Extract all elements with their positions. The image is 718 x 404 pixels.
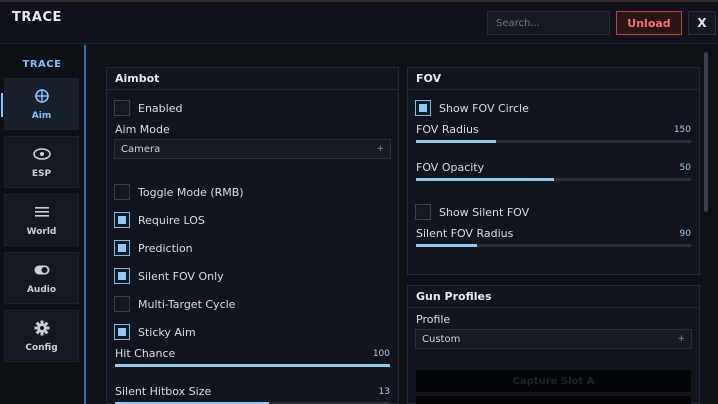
chevron-down-icon: + [376,144,384,154]
search-input[interactable] [487,11,610,35]
checkbox-box[interactable] [114,184,130,200]
sidebar: TRACE Aim ESP World Audio Config [0,45,86,404]
app-title: TRACE [12,10,62,25]
gear-icon [33,319,51,337]
checkbox-box[interactable] [114,100,130,116]
active-indicator [1,93,3,117]
toggle-mode-checkbox[interactable]: Toggle Mode (RMB) [114,184,244,200]
sidebar-item-config[interactable]: Config [4,310,79,362]
prediction-checkbox[interactable]: Prediction [114,240,193,256]
slider-track[interactable] [416,244,691,247]
slider-label: FOV Radius [416,123,479,136]
slider-value: 100 [372,349,390,359]
checkbox-box[interactable] [114,296,130,312]
show-fov-circle-checkbox[interactable]: Show FOV Circle [415,100,529,116]
hit-chance-slider[interactable]: Hit Chance 100 [115,347,390,369]
silent-hitbox-size-slider[interactable]: Silent Hitbox Size 13 [115,385,390,404]
slider-label: Silent FOV Radius [416,227,514,240]
slider-label: Hit Chance [115,347,176,360]
sticky-aim-checkbox[interactable]: Sticky Aim [114,324,196,340]
silent-fov-only-checkbox[interactable]: Silent FOV Only [114,268,224,284]
checkbox-box[interactable] [114,268,130,284]
slider-value: 150 [673,125,691,135]
close-button[interactable]: X [688,11,716,35]
menu-lines-icon [33,203,51,221]
capture-slot-a-button[interactable]: Capture Slot A [416,370,691,392]
checkbox-label: Show Silent FOV [439,205,530,219]
profile-select[interactable]: Custom + [415,329,692,349]
checkbox-label: Enabled [138,101,183,115]
aim-mode-label: Aim Mode [115,123,170,136]
checkbox-label: Prediction [138,241,193,255]
checkbox-box[interactable] [415,100,431,116]
gun-profiles-panel-title: Gun Profiles [408,286,699,308]
slider-fill [115,364,390,367]
fov-radius-slider[interactable]: FOV Radius 150 [416,123,691,145]
sidebar-item-aim[interactable]: Aim [1,78,79,130]
chevron-down-icon: + [677,334,685,344]
sidebar-item-label: Config [25,343,58,353]
fov-panel-title: FOV [408,68,699,90]
sidebar-item-label: Aim [31,111,52,121]
slider-value: 50 [679,163,691,173]
profile-value: Custom [422,333,461,345]
sidebar-item-esp[interactable]: ESP [4,136,79,188]
sidebar-item-label: ESP [31,169,52,179]
crosshair-icon [33,87,51,105]
checkbox-box[interactable] [114,212,130,228]
slider-label: FOV Opacity [416,161,485,174]
checkbox-box[interactable] [114,240,130,256]
aim-mode-select[interactable]: Camera + [114,139,391,159]
enabled-checkbox[interactable]: Enabled [114,100,182,116]
checkbox-label: Require LOS [138,213,205,227]
checkbox-label: Show FOV Circle [439,101,529,115]
slider-fill [416,140,496,143]
slider-value: 13 [378,387,390,397]
silent-fov-radius-slider[interactable]: Silent FOV Radius 90 [416,227,691,249]
show-silent-fov-checkbox[interactable]: Show Silent FOV [415,204,529,220]
aimbot-panel-title: Aimbot [107,68,398,90]
require-los-checkbox[interactable]: Require LOS [114,212,205,228]
sidebar-item-label: Audio [26,285,57,295]
top-bar: TRACE Unload X [0,0,718,44]
capture-slot-button[interactable] [416,396,691,404]
eye-icon [32,145,51,163]
sidebar-title: TRACE [22,59,62,70]
slider-value: 90 [679,229,691,239]
sidebar-item-label: World [26,227,57,237]
aim-mode-value: Camera [121,143,161,155]
slider-track[interactable] [115,364,390,367]
checkbox-label: Sticky Aim [138,325,196,339]
sidebar-item-audio[interactable]: Audio [4,252,79,304]
fov-opacity-slider[interactable]: FOV Opacity 50 [416,161,691,183]
checkbox-box[interactable] [114,324,130,340]
checkbox-box[interactable] [415,204,431,220]
slider-fill [416,178,554,181]
toggle-icon [33,261,51,279]
scrollbar-thumb[interactable] [704,52,708,212]
checkbox-label: Toggle Mode (RMB) [138,185,244,199]
unload-button[interactable]: Unload [616,11,682,35]
multi-target-cycle-checkbox[interactable]: Multi-Target Cycle [114,296,235,312]
slider-fill [416,244,477,247]
top-accent-line [0,0,718,2]
checkbox-label: Multi-Target Cycle [138,297,236,311]
slider-label: Silent Hitbox Size [115,385,212,398]
slider-track[interactable] [416,178,691,181]
profile-label: Profile [416,313,451,326]
slider-track[interactable] [416,140,691,143]
sidebar-item-world[interactable]: World [4,194,79,246]
checkbox-label: Silent FOV Only [138,269,224,283]
